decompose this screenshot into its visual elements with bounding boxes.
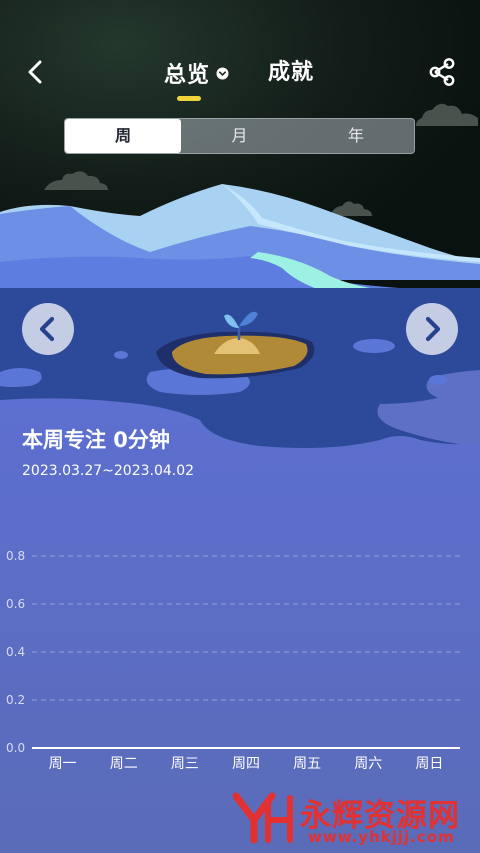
chevron-left-icon: [39, 316, 55, 342]
tab-achievements[interactable]: 成就: [268, 56, 314, 90]
tab-overview-label: 总览: [164, 63, 211, 88]
water-patch: [429, 375, 447, 385]
period-option-month[interactable]: 月: [181, 119, 297, 153]
x-tick-label: 周六: [354, 756, 382, 772]
focus-stats-screen: 总览 成就 周 月 年 本周专注 0分钟 2023.03.27~2023.04.…: [0, 0, 480, 853]
y-tick-label: 0.2: [6, 693, 25, 707]
previous-week-button[interactable]: [22, 303, 74, 355]
x-tick-label: 周二: [110, 756, 138, 772]
chevron-left-icon: [28, 60, 42, 84]
x-tick-label: 周五: [293, 756, 321, 772]
y-tick-label: 0.8: [6, 549, 25, 563]
watermark-logo: [232, 792, 293, 844]
chevron-right-icon: [425, 316, 441, 342]
period-option-year[interactable]: 年: [298, 119, 414, 153]
active-tab-indicator: [177, 96, 201, 101]
period-option-week[interactable]: 周: [65, 119, 182, 153]
watermark-url: www.yhkjjj.com: [308, 828, 455, 846]
y-tick-label: 0.6: [6, 597, 25, 611]
x-tick-label: 周一: [49, 756, 77, 772]
next-week-button[interactable]: [406, 303, 458, 355]
weekly-focus-chart: 0.0 0.2 0.4 0.6 0.8 周一 周二 周三 周四 周五 周六 周日: [6, 549, 460, 772]
back-button[interactable]: [18, 54, 54, 90]
y-tick-label: 0.4: [6, 645, 25, 659]
chevron-down-icon: [216, 67, 229, 79]
date-range: 2023.03.27~2023.04.02: [22, 463, 195, 479]
water-patch: [114, 351, 128, 359]
water-patch: [353, 339, 395, 353]
period-selector: 周 月 年: [64, 118, 415, 154]
watermark: 永辉资源网 www.yhkjjj.com: [232, 786, 472, 848]
tab-overview[interactable]: 总览: [164, 56, 229, 90]
water-patch: [0, 368, 42, 387]
share-button[interactable]: [424, 54, 460, 90]
x-tick-label: 周四: [232, 756, 260, 772]
x-tick-label: 周日: [415, 756, 443, 772]
y-tick-label: 0.0: [6, 741, 25, 755]
weekly-focus-total: 本周专注 0分钟: [22, 428, 170, 452]
x-tick-label: 周三: [171, 756, 199, 772]
share-icon: [429, 58, 455, 86]
